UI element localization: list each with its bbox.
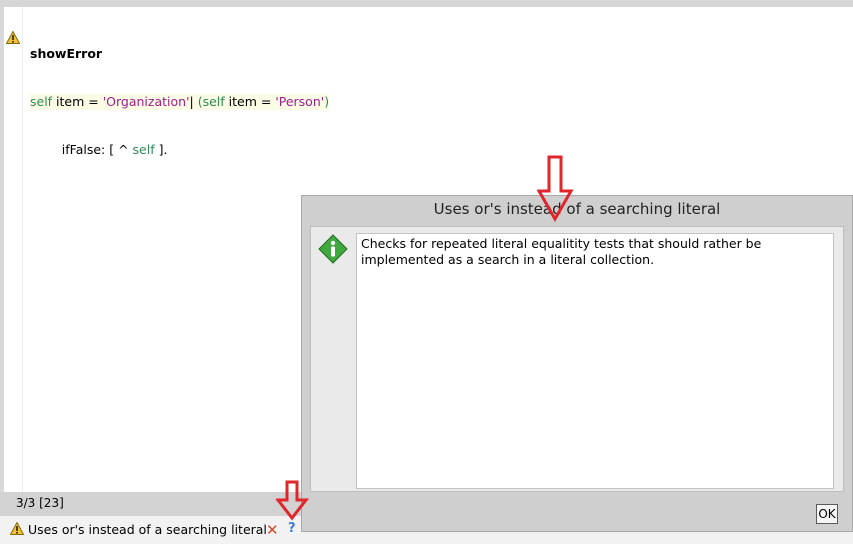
dialog-content-panel: Checks for repeated literal equalitity t… xyxy=(310,226,844,492)
code-text: ifFalse: [ ^ xyxy=(61,142,133,157)
keyword-self: self xyxy=(132,142,155,157)
method-selector: showError xyxy=(30,46,103,61)
code-text: | xyxy=(189,94,198,109)
code-text: ]. xyxy=(154,142,168,157)
code-text: item = xyxy=(52,94,103,109)
rule-description-dialog: Uses or's instead of a searching literal… xyxy=(301,195,853,532)
warning-icon[interactable] xyxy=(6,31,20,44)
dialog-description-text: Checks for repeated literal equalitity t… xyxy=(356,233,834,489)
critique-label[interactable]: Uses or's instead of a searching literal xyxy=(28,522,267,537)
annotation-arrow-down-icon xyxy=(537,155,574,223)
keyword-self: self xyxy=(30,94,53,109)
ok-button[interactable]: OK xyxy=(816,504,838,524)
help-icon[interactable]: ? xyxy=(288,521,296,536)
code-line-3: ifFalse: [ ^ self ]. xyxy=(30,142,329,158)
gutter-separator xyxy=(22,7,23,492)
dialog-title: Uses or's instead of a searching literal xyxy=(433,200,721,218)
cursor-position: 3/3 [23] xyxy=(16,496,64,510)
paren: ) xyxy=(324,94,330,109)
close-icon[interactable]: ✕ xyxy=(266,521,279,539)
annotation-arrow-down-icon xyxy=(276,480,310,521)
string-literal: 'Person' xyxy=(275,94,325,109)
code-editor[interactable]: showError self item = 'Organization'| (s… xyxy=(30,14,330,174)
editor-gutter xyxy=(0,7,4,492)
editor-top-bar xyxy=(0,0,853,7)
keyword-self: self xyxy=(202,94,225,109)
code-text: item = xyxy=(224,94,276,109)
info-icon xyxy=(318,234,348,264)
code-line-2: self item = 'Organization'| (self item =… xyxy=(30,94,330,110)
warning-icon xyxy=(10,522,24,535)
string-literal: 'Organization' xyxy=(102,94,190,109)
